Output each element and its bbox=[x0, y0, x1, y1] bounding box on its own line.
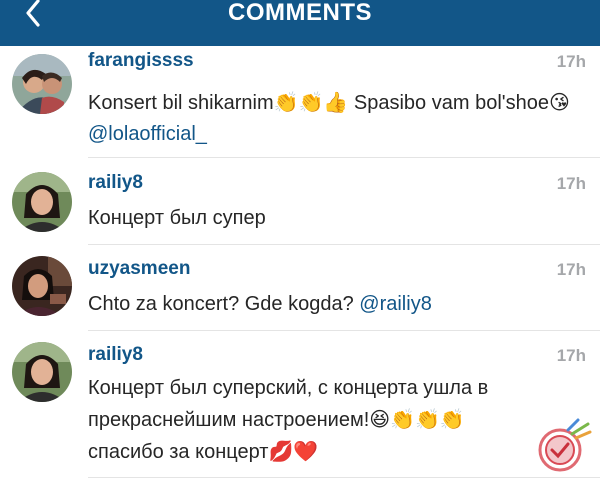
comment-text-part: Chto za koncert? Gde kogda? bbox=[88, 293, 360, 315]
avatar[interactable] bbox=[12, 342, 72, 402]
comment-timestamp: 17h bbox=[556, 260, 586, 279]
stamp-logo bbox=[538, 418, 592, 472]
comment-item: uzyasmeen 17h Chto za koncert? Gde kogda… bbox=[0, 244, 600, 331]
comment-timestamp: 17h bbox=[556, 346, 586, 365]
avatar[interactable] bbox=[12, 172, 72, 232]
comment-text: Концерт был супер bbox=[88, 207, 266, 229]
comment-timestamp: 17h bbox=[556, 174, 586, 193]
comment-divider bbox=[88, 477, 600, 478]
comment-username[interactable]: railiy8 bbox=[88, 344, 143, 366]
comment-text-part: Konsert bil shikarnim bbox=[88, 92, 274, 114]
mention-link[interactable]: @lolaofficial_ bbox=[88, 123, 207, 145]
comment-timestamp: 17h bbox=[556, 52, 586, 71]
laughing-clapping-emoji: 😆👏👏👏 bbox=[369, 407, 465, 431]
comment-username[interactable]: farangissss bbox=[88, 50, 194, 72]
comment-text: Концерт был суперский, с концерта ушла в… bbox=[88, 373, 558, 468]
mention-link[interactable]: @railiy8 bbox=[359, 293, 432, 315]
comment-text-part: Spasibo vam bol'shoe bbox=[348, 92, 549, 114]
kiss-face-emoji: 😘 bbox=[548, 90, 570, 114]
comment-text-part: спасибо за концерт bbox=[88, 441, 269, 463]
comment-item: railiy8 17h Концерт был суперский, с кон… bbox=[0, 330, 600, 480]
comment-username[interactable]: uzyasmeen bbox=[88, 258, 190, 280]
comment-item: railiy8 17h Концерт был супер bbox=[0, 158, 600, 245]
clapping-thumbs-up-emoji: 👏👏👍 bbox=[273, 90, 349, 114]
avatar[interactable] bbox=[12, 256, 72, 316]
comment-item: farangissss 17h Konsert bil shikarnim👏👏👍… bbox=[0, 46, 600, 158]
comment-text: Chto za koncert? Gde kogda? @railiy8 bbox=[88, 289, 578, 320]
comment-username[interactable]: railiy8 bbox=[88, 172, 143, 194]
comment-text: Konsert bil shikarnim👏👏👍 Spasibo vam bol… bbox=[88, 87, 578, 150]
header-bar: COMMENTS bbox=[0, 0, 600, 46]
kiss-heart-emoji: 💋❤️ bbox=[268, 439, 319, 463]
avatar[interactable] bbox=[12, 54, 72, 114]
page-title: COMMENTS bbox=[228, 0, 372, 26]
